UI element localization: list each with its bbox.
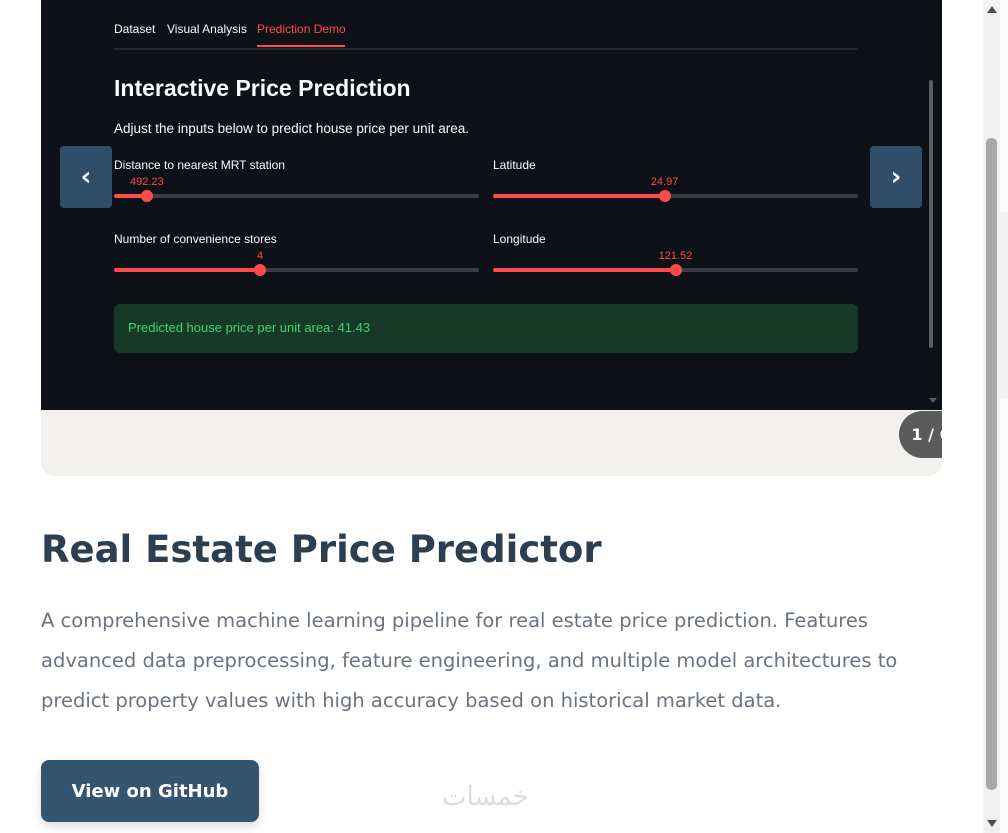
tab-visual-analysis[interactable]: Visual Analysis bbox=[167, 22, 247, 36]
tab-prediction-demo[interactable]: Prediction Demo bbox=[257, 22, 346, 36]
page-title: Interactive Price Prediction bbox=[114, 75, 411, 101]
slider-mrt-distance[interactable]: Distance to nearest MRT station 492.23 bbox=[114, 158, 479, 208]
slider-value: 24.97 bbox=[650, 176, 679, 188]
carousel-prev-button[interactable]: ‹ bbox=[60, 146, 112, 208]
slider-track[interactable] bbox=[493, 264, 858, 276]
modal-scrollbar[interactable] bbox=[983, 0, 1000, 833]
scroll-up-icon[interactable] bbox=[987, 6, 997, 13]
tab-dataset[interactable]: Dataset bbox=[114, 22, 155, 36]
slider-thumb[interactable] bbox=[658, 190, 671, 202]
slider-longitude[interactable]: Longitude 121.52 bbox=[493, 232, 858, 282]
inner-scrollbar-thumb[interactable] bbox=[929, 80, 933, 348]
prediction-result-text: Predicted house price per unit area: 41.… bbox=[128, 320, 371, 335]
project-description: A comprehensive machine learning pipelin… bbox=[41, 609, 898, 712]
slider-track[interactable] bbox=[493, 190, 858, 202]
slider-value: 492.23 bbox=[130, 176, 164, 188]
slider-value: 4 bbox=[256, 250, 264, 262]
slider-fill bbox=[114, 268, 260, 272]
slider-convenience-stores[interactable]: Number of convenience stores 4 bbox=[114, 232, 479, 282]
page-subtitle: Adjust the inputs below to predict house… bbox=[114, 121, 469, 136]
scrollbar-thumb[interactable] bbox=[986, 138, 997, 790]
carousel-next-button[interactable]: › bbox=[870, 146, 922, 208]
slide-counter: 1 / 6 bbox=[899, 411, 942, 458]
slider-track[interactable] bbox=[114, 264, 479, 276]
prediction-result-box: Predicted house price per unit area: 41.… bbox=[114, 304, 858, 353]
tab-bar: Dataset Visual Analysis Prediction Demo bbox=[114, 20, 858, 50]
watermark-logo: خمسات bbox=[442, 782, 529, 812]
slider-thumb[interactable] bbox=[140, 190, 153, 202]
inner-scroll-down-icon[interactable] bbox=[929, 398, 937, 403]
slider-fill bbox=[493, 268, 676, 272]
view-on-github-button[interactable]: View on GitHub bbox=[41, 760, 259, 822]
carousel-slide-screenshot: Dataset Visual Analysis Prediction Demo … bbox=[41, 0, 942, 410]
slider-value: 121.52 bbox=[658, 250, 693, 262]
slider-track[interactable] bbox=[114, 190, 479, 202]
active-tab-indicator bbox=[257, 45, 345, 47]
slider-label: Distance to nearest MRT station bbox=[114, 158, 285, 172]
slider-label: Number of convenience stores bbox=[114, 232, 277, 246]
slider-thumb[interactable] bbox=[669, 264, 682, 276]
chevron-right-icon: › bbox=[890, 162, 902, 192]
slider-thumb[interactable] bbox=[254, 264, 266, 276]
slider-label: Longitude bbox=[493, 232, 546, 246]
chevron-left-icon: ‹ bbox=[80, 162, 92, 192]
project-modal: Dataset Visual Analysis Prediction Demo … bbox=[0, 0, 1000, 833]
slider-label: Latitude bbox=[493, 158, 536, 172]
slider-fill bbox=[493, 194, 665, 198]
image-carousel: Dataset Visual Analysis Prediction Demo … bbox=[41, 0, 942, 476]
scroll-down-icon[interactable] bbox=[987, 820, 997, 827]
background-page bbox=[1000, 0, 1008, 833]
slider-latitude[interactable]: Latitude 24.97 bbox=[493, 158, 858, 208]
project-title: Real Estate Price Predictor bbox=[41, 528, 602, 571]
